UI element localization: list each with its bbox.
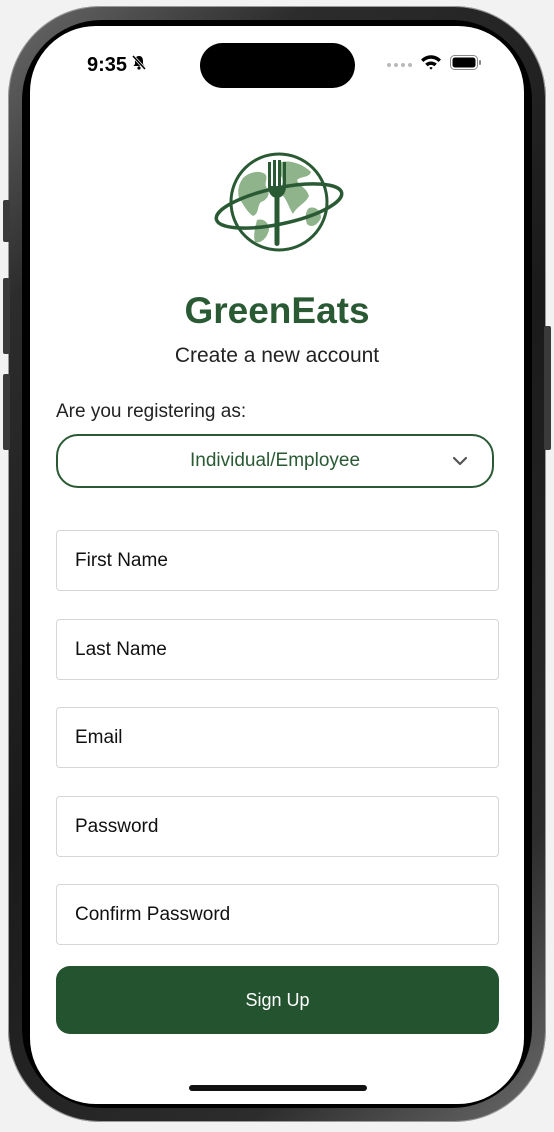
mute-bell-icon [131, 54, 147, 77]
status-indicators [387, 54, 482, 75]
chevron-down-icon [452, 453, 468, 471]
status-time-group: 9:35 [87, 54, 147, 77]
first-name-field[interactable]: First Name [56, 530, 499, 591]
confirm-password-placeholder: Confirm Password [75, 903, 231, 925]
last-name-field[interactable]: Last Name [56, 619, 499, 680]
volume-up-button [3, 278, 10, 354]
page-subtitle: Create a new account [174, 344, 380, 367]
app-brand-title: GreenEats [184, 290, 370, 331]
wifi-icon [420, 54, 442, 75]
home-indicator [189, 1085, 367, 1091]
app-screen: 9:35 GreenEats Create a new account Are … [30, 26, 524, 1104]
cellular-dots-icon [387, 62, 412, 67]
confirm-password-field[interactable]: Confirm Password [56, 884, 499, 945]
globe-fork-logo [213, 148, 347, 256]
action-button [3, 200, 10, 242]
volume-down-button [3, 374, 10, 450]
first-name-placeholder: First Name [75, 549, 168, 571]
last-name-placeholder: Last Name [75, 638, 167, 660]
password-field[interactable]: Password [56, 796, 499, 857]
status-time: 9:35 [87, 54, 128, 76]
email-placeholder: Email [75, 726, 123, 748]
password-placeholder: Password [75, 815, 159, 837]
power-button [544, 326, 551, 450]
registration-type-value: Individual/Employee [189, 450, 361, 471]
registration-type-select[interactable]: Individual/Employee [56, 434, 494, 488]
sign-up-button[interactable]: Sign Up [56, 966, 499, 1034]
registration-type-label: Are you registering as: [56, 401, 247, 422]
battery-icon [450, 54, 482, 75]
email-field[interactable]: Email [56, 707, 499, 768]
dynamic-island [200, 43, 355, 88]
